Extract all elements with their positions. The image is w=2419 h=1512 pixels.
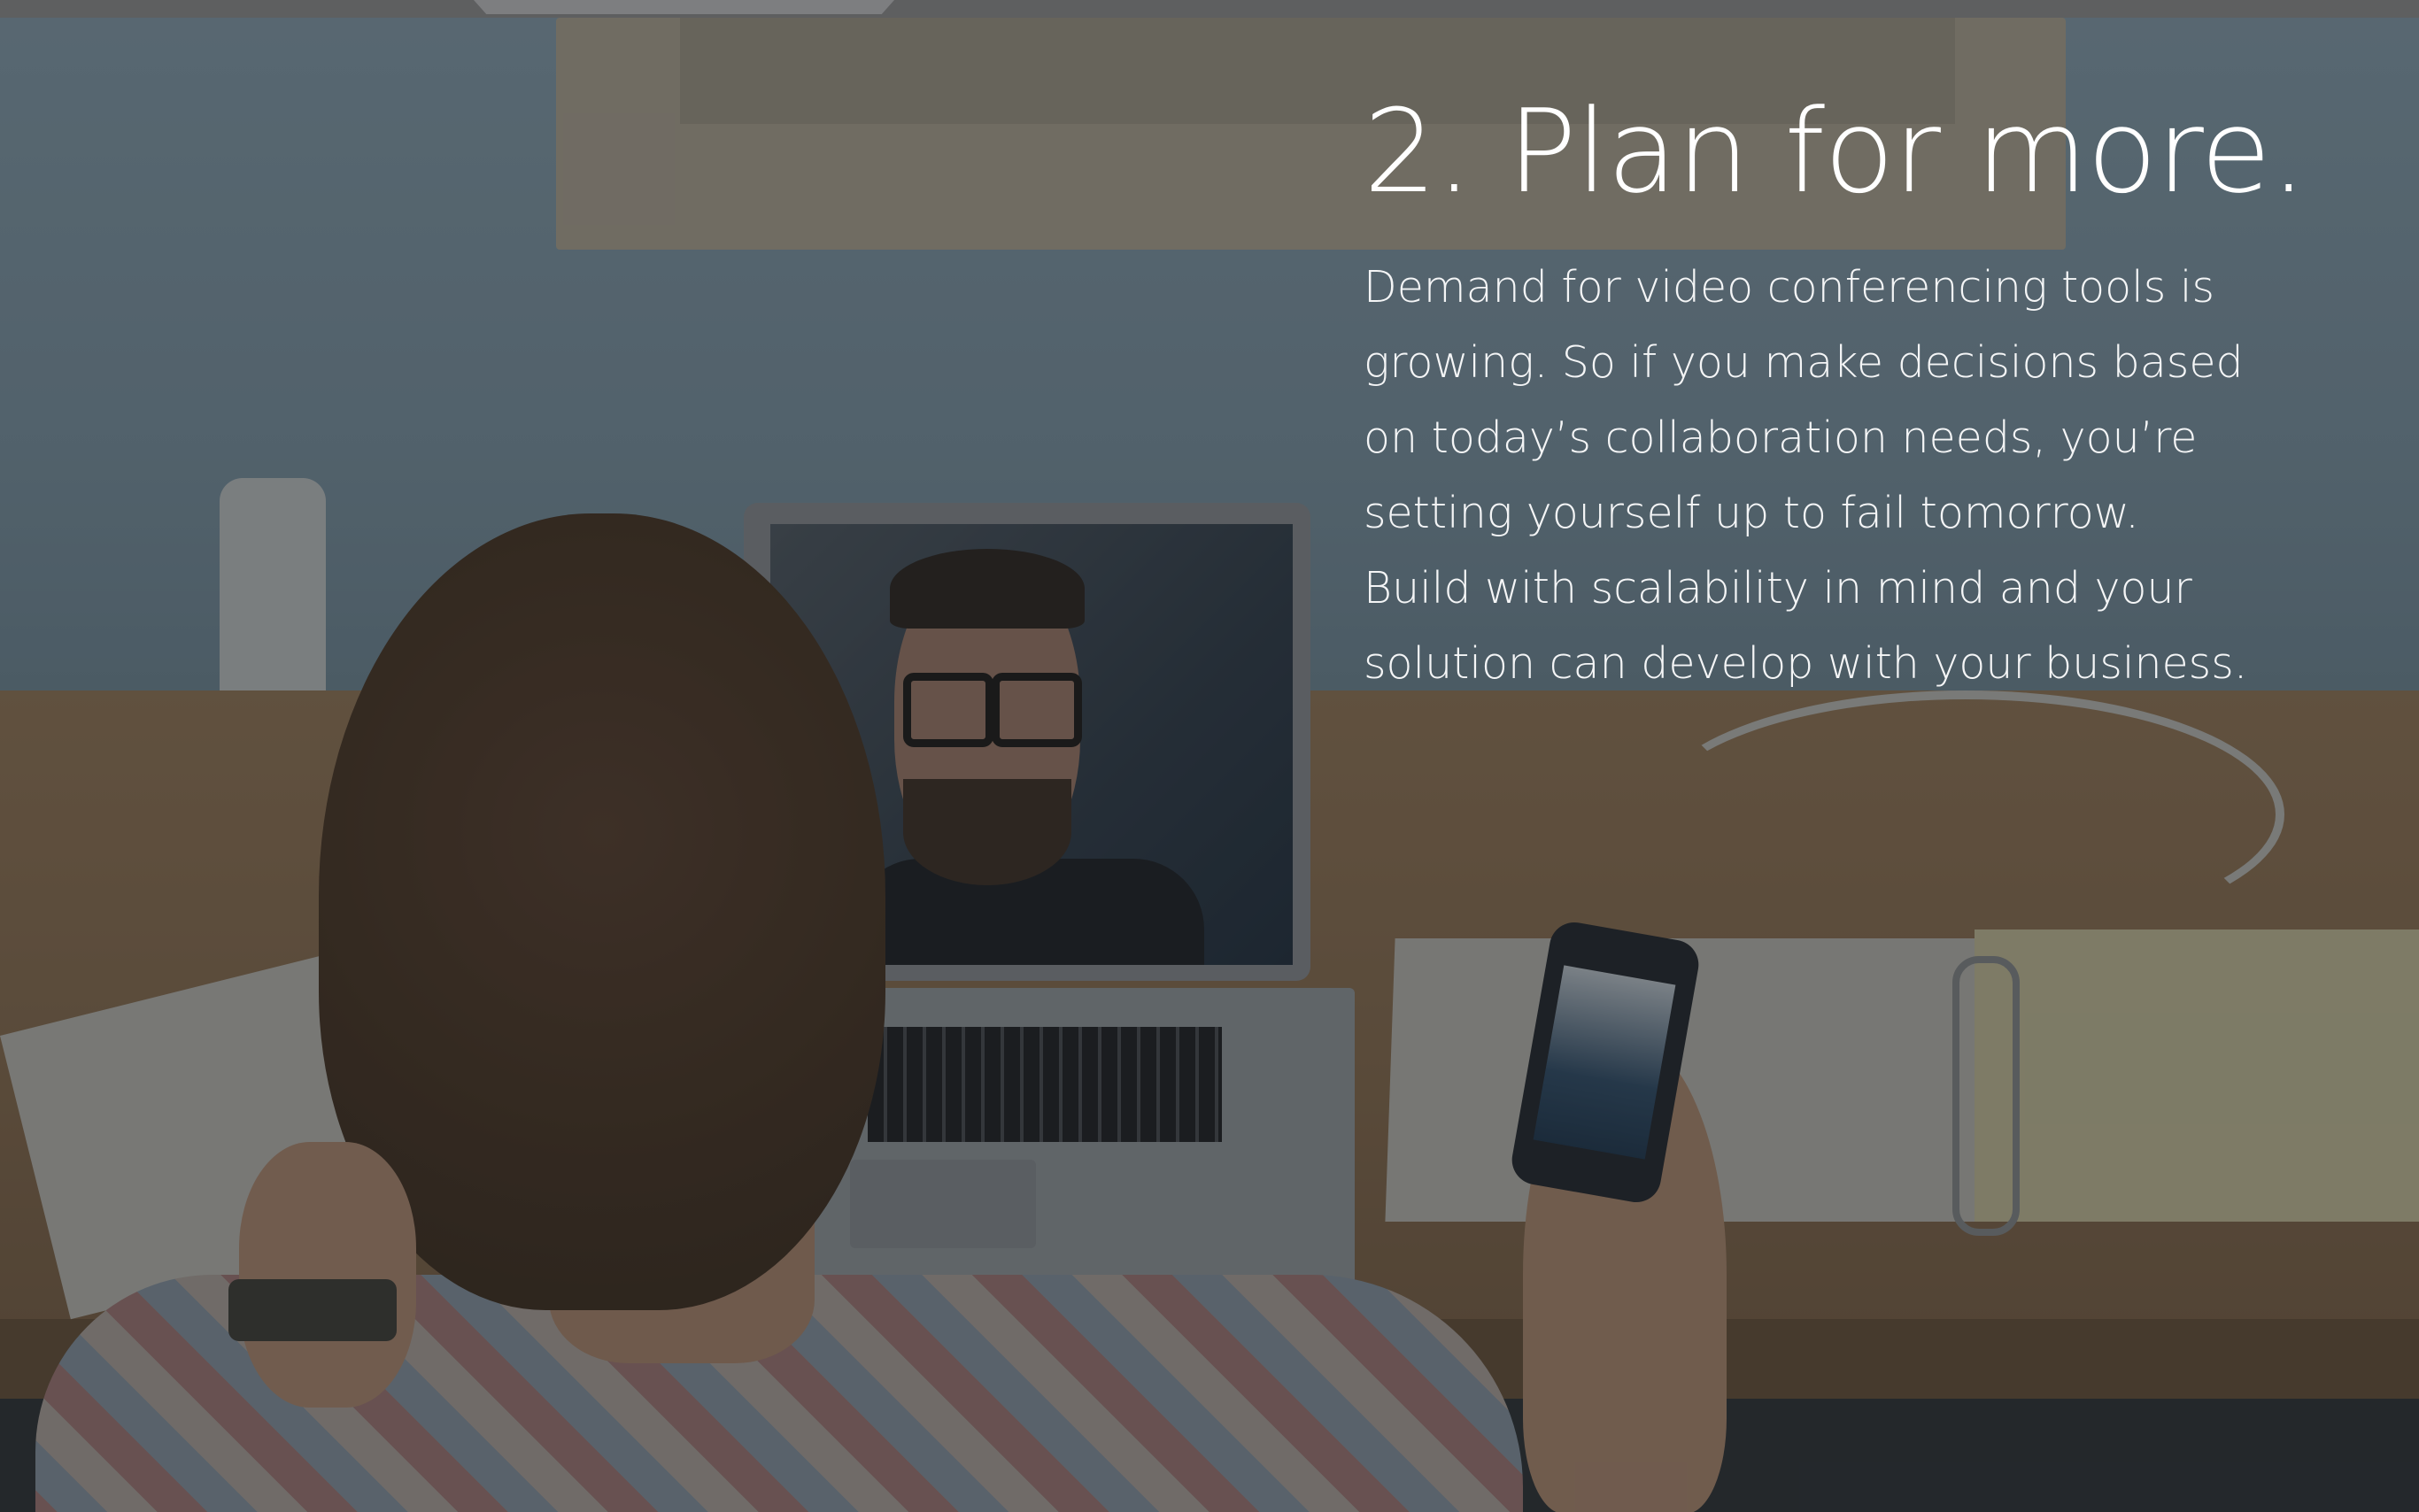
- background-photo: [0, 18, 2419, 1512]
- slide: 2. Plan for more. Demand for video confe…: [0, 0, 2419, 1512]
- slide-body: Demand for video conferencing tools is g…: [1364, 250, 2267, 701]
- body-line: growing. So if you make decisions based: [1364, 337, 2244, 388]
- body-line: Demand for video conferencing tools is: [1364, 262, 2215, 312]
- body-line: Build with scalability in mind and your: [1364, 563, 2192, 613]
- body-line: on today’s collaboration needs, you’re: [1364, 413, 2198, 463]
- slide-heading: 2. Plan for more.: [1364, 84, 2307, 219]
- body-line: setting yourself up to fail tomorrow.: [1364, 488, 2139, 538]
- text-block: 2. Plan for more. Demand for video confe…: [1364, 84, 2307, 689]
- top-chrome-bar: [0, 0, 2419, 19]
- dark-overlay: [0, 18, 2419, 1512]
- top-tab-shape: [474, 0, 894, 14]
- body-line: solution can develop with your business.: [1364, 638, 2248, 689]
